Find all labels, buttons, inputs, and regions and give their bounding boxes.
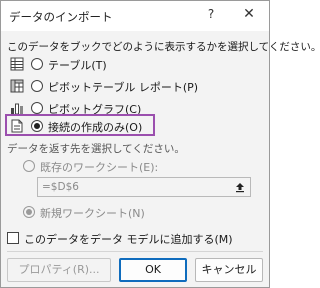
view-prompt: このデータをブックでどのように表示するかを選択してください。 [7, 41, 320, 53]
connection-only-icon [11, 119, 23, 133]
dialog-title: データのインポート [9, 10, 113, 24]
existing-worksheet-label: 既存のワークシート(E): [40, 161, 159, 174]
cell-reference-input[interactable]: =$D$6 [37, 177, 251, 197]
close-button[interactable]: ✕ [241, 6, 257, 24]
connection-only-option-label[interactable]: 接続の作成のみ(O) [48, 119, 142, 135]
import-data-dialog: データのインポート ? ✕ このデータをブックでどのように表示するかを選択してく… [0, 0, 320, 288]
data-model-checkbox[interactable] [7, 232, 19, 244]
cancel-button[interactable]: キャンセル [195, 258, 263, 282]
location-prompt: データを返す先を選択してください。 [7, 143, 185, 155]
pivot-chart-radio[interactable] [31, 102, 43, 114]
ok-button[interactable]: OK [119, 258, 187, 282]
title-bar: データのインポート ? ✕ [1, 1, 269, 31]
new-worksheet-label: 新規ワークシート(N) [40, 207, 145, 220]
pivot-table-option-label[interactable]: ピボットテーブル レポート(P) [48, 79, 198, 95]
properties-button[interactable]: プロパティ(R)... [7, 258, 111, 282]
separator [7, 251, 263, 252]
pivot-table-icon [10, 79, 24, 93]
table-icon [10, 57, 24, 71]
pivot-table-radio[interactable] [31, 80, 43, 92]
collapse-dialog-icon[interactable] [232, 179, 248, 195]
pivot-chart-icon [11, 103, 23, 115]
help-button[interactable]: ? [203, 7, 219, 25]
cell-reference-value: =$D$6 [42, 181, 79, 193]
table-radio[interactable] [31, 58, 43, 70]
new-worksheet-radio[interactable] [23, 206, 35, 218]
data-model-checkbox-label[interactable]: このデータをデータ モデルに追加する(M) [24, 231, 233, 247]
existing-worksheet-radio[interactable] [23, 160, 35, 172]
connection-only-radio[interactable] [31, 120, 43, 132]
table-option-label[interactable]: テーブル(T) [48, 57, 107, 73]
